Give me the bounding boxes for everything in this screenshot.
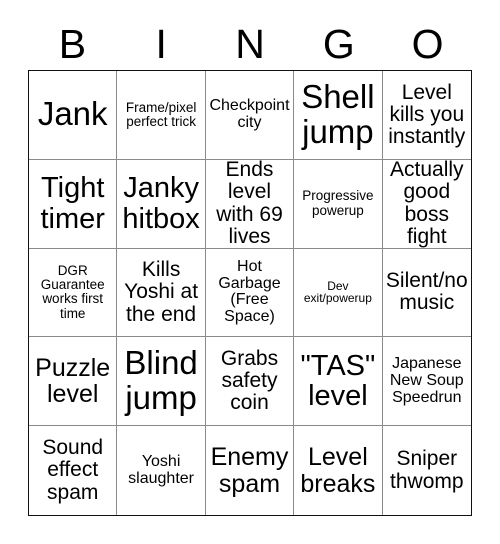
bingo-cell-label: Tight timer (40, 171, 105, 235)
bingo-cell-label: Enemy spam (210, 443, 289, 498)
bingo-cell[interactable]: Sound effect spam (29, 426, 118, 515)
bingo-cell[interactable]: Checkpoint city (205, 71, 295, 160)
bingo-cell-label: Level kills you instantly (388, 80, 466, 149)
bingo-cell[interactable]: Ends level with 69 lives (205, 159, 295, 249)
bingo-cell-label: "TAS" level (300, 349, 376, 413)
bingo-cell[interactable]: Silent/no music (382, 249, 471, 338)
bingo-cell-label: Kills Yoshi at the end (124, 258, 199, 326)
header-letter-b: B (58, 20, 87, 67)
bingo-cell[interactable]: Jank (29, 71, 118, 160)
bingo-card: B I N G O Jank Frame/pixel perfect trick… (0, 0, 500, 544)
bingo-cell-label: Yoshi slaughter (128, 452, 194, 487)
bingo-cell[interactable]: Puzzle level (29, 337, 118, 427)
bingo-cell-label: Grabs safety coin (220, 346, 279, 415)
bingo-cell-label: Sniper thwomp (390, 447, 464, 493)
bingo-cell[interactable]: Janky hitbox (117, 159, 206, 249)
bingo-cell-label: Level breaks (300, 443, 376, 498)
bingo-grid: Jank Frame/pixel perfect trick Checkpoin… (28, 70, 472, 516)
bingo-cell[interactable]: Kills Yoshi at the end (117, 248, 206, 338)
bingo-cell[interactable]: Level kills you instantly (382, 71, 471, 160)
bingo-cell-label: Ends level with 69 lives (216, 159, 283, 248)
header-letter-i: I (155, 20, 167, 67)
bingo-cell-label: Actually good boss fight (390, 159, 464, 248)
header-letter-g: G (322, 20, 355, 67)
bingo-cell-label: Silent/no music (385, 269, 468, 315)
bingo-cell-label: Hot Garbage (Free Space) (218, 257, 281, 326)
bingo-cell-label: Dev exit/powerup (303, 278, 372, 306)
bingo-cell[interactable]: Shell jump (294, 71, 383, 160)
bingo-cell[interactable]: "TAS" level (294, 337, 383, 427)
bingo-cell-label: Progressive powerup (302, 188, 374, 218)
bingo-cell-label: Blind jump (124, 344, 198, 417)
bingo-cell[interactable]: Yoshi slaughter (117, 426, 206, 515)
bingo-header: B I N G O (28, 18, 472, 70)
bingo-cell[interactable]: Blind jump (117, 337, 206, 427)
bingo-cell-label: Janky hitbox (122, 171, 200, 235)
bingo-cell-label: Jank (37, 95, 108, 133)
bingo-cell[interactable]: Sniper thwomp (383, 426, 471, 515)
bingo-cell-free-space[interactable]: Hot Garbage (Free Space) (205, 248, 295, 338)
bingo-cell-label: Shell jump (301, 77, 375, 150)
bingo-cell-label: DGR Guarantee works first time (40, 262, 105, 321)
bingo-cell[interactable]: Tight timer (29, 159, 118, 249)
bingo-cell[interactable]: Actually good boss fight (382, 159, 471, 249)
bingo-cell[interactable]: Enemy spam (206, 426, 295, 515)
bingo-cell-label: Frame/pixel perfect trick (125, 99, 197, 129)
bingo-cell[interactable]: Progressive powerup (294, 159, 383, 249)
bingo-cell[interactable]: Japanese New Soup Speedrun (382, 337, 471, 427)
bingo-cell-label: Sound effect spam (42, 436, 104, 504)
bingo-cell[interactable]: Frame/pixel perfect trick (117, 71, 206, 160)
bingo-cell[interactable]: Level breaks (294, 426, 383, 515)
header-letter-o: O (411, 20, 444, 67)
bingo-cell[interactable]: DGR Guarantee works first time (29, 248, 118, 338)
bingo-cell-label: Puzzle level (35, 353, 111, 409)
bingo-cell-label: Japanese New Soup Speedrun (389, 354, 464, 406)
bingo-cell[interactable]: Dev exit/powerup (294, 248, 383, 338)
bingo-cell-label: Checkpoint city (209, 96, 290, 131)
header-letter-n: N (235, 20, 265, 67)
bingo-cell[interactable]: Grabs safety coin (205, 337, 295, 427)
